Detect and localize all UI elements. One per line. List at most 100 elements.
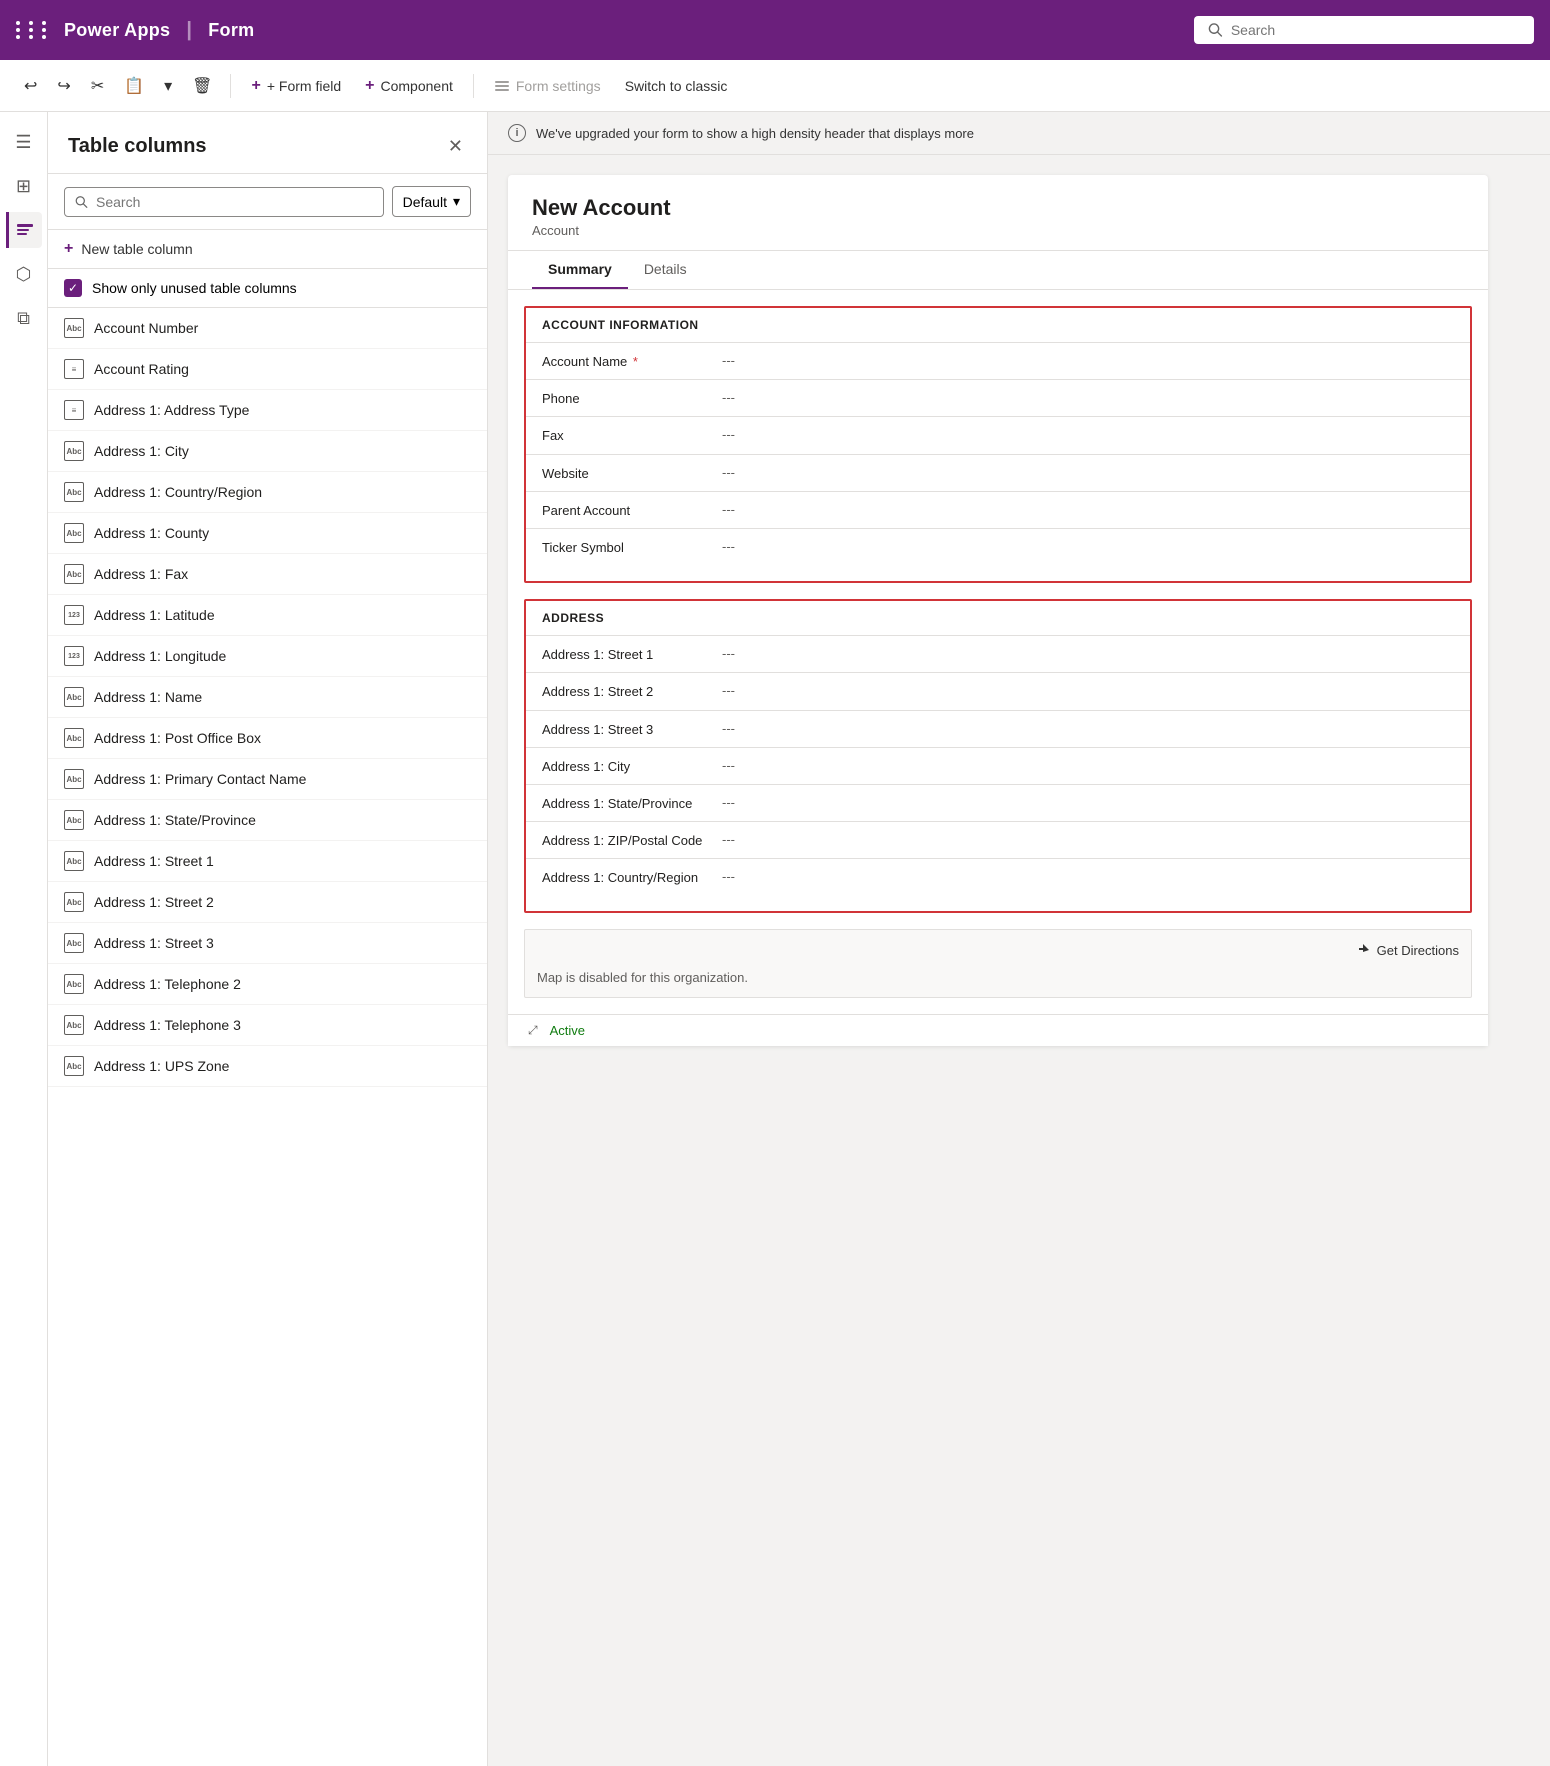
- plus-icon-new-col: +: [64, 240, 73, 258]
- panel-list-item[interactable]: AbcAddress 1: Primary Contact Name: [48, 759, 487, 800]
- panel-list-item[interactable]: AbcAddress 1: Street 3: [48, 923, 487, 964]
- search-icon: [1208, 22, 1223, 38]
- chevron-down-icon: ▾: [453, 193, 460, 210]
- panel-list-item[interactable]: AbcAddress 1: County: [48, 513, 487, 554]
- panel-column-name: Address 1: Fax: [94, 566, 188, 582]
- panel-close-button[interactable]: ✕: [444, 132, 467, 161]
- panel-list-item[interactable]: Abc Account Number: [48, 308, 487, 349]
- form-header: New Account Account: [508, 175, 1488, 251]
- new-column-label: New table column: [81, 241, 192, 257]
- panel-column-name: Address 1: Street 3: [94, 935, 214, 951]
- panel-list-item[interactable]: AbcAddress 1: Name: [48, 677, 487, 718]
- panel-list-item[interactable]: AbcAddress 1: Telephone 2: [48, 964, 487, 1005]
- add-form-field-button[interactable]: + + Form field: [241, 71, 351, 101]
- title-separator: |: [186, 19, 192, 42]
- field-street3: Address 1: Street 3 ---: [526, 710, 1470, 747]
- form-settings-icon: [494, 78, 510, 94]
- info-icon: i: [508, 124, 526, 142]
- field-label-ticker-symbol: Ticker Symbol: [542, 537, 722, 557]
- panel-column-name: Account Number: [94, 320, 198, 336]
- global-search-container[interactable]: [1194, 16, 1534, 44]
- dropdown-button[interactable]: ▾: [156, 70, 180, 102]
- plus-icon-form: +: [251, 77, 260, 95]
- panel-list-item[interactable]: AbcAddress 1: Telephone 3: [48, 1005, 487, 1046]
- panel-search-input[interactable]: [96, 194, 373, 210]
- app-grid-icon[interactable]: [16, 21, 52, 39]
- panel-search-container[interactable]: [64, 187, 384, 217]
- new-table-column-button[interactable]: + New table column: [48, 230, 487, 269]
- panel-column-name: Address 1: Country/Region: [94, 484, 262, 500]
- switch-classic-button[interactable]: Switch to classic: [615, 72, 738, 100]
- field-value-parent-account: ---: [722, 500, 1454, 517]
- panel-list-item[interactable]: AbcAddress 1: Post Office Box: [48, 718, 487, 759]
- field-label-street2: Address 1: Street 2: [542, 681, 722, 701]
- expand-icon[interactable]: ⤢: [528, 1023, 538, 1038]
- panel-list-item[interactable]: AbcAddress 1: Fax: [48, 554, 487, 595]
- get-directions-button[interactable]: Get Directions: [1355, 942, 1459, 958]
- field-value-ticker-symbol: ---: [722, 537, 1454, 554]
- panel-column-name: Account Rating: [94, 361, 189, 377]
- panel-list-item[interactable]: AbcAddress 1: Street 1: [48, 841, 487, 882]
- top-bar: Power Apps | Form: [0, 0, 1550, 60]
- sidebar-icon-text[interactable]: [6, 212, 42, 248]
- show-unused-checkbox[interactable]: [64, 279, 82, 297]
- undo-button[interactable]: ↩: [16, 70, 45, 102]
- field-value-state: ---: [722, 793, 1454, 810]
- paste-button[interactable]: 📋: [116, 70, 152, 102]
- panel-column-name: Address 1: County: [94, 525, 209, 541]
- abc-field-icon: Abc: [64, 728, 84, 748]
- cut-button[interactable]: ✂: [83, 70, 112, 102]
- delete-button[interactable]: 🗑: [184, 70, 220, 102]
- panel-list-item[interactable]: ≡Account Rating: [48, 349, 487, 390]
- form-body: ACCOUNT INFORMATION Account Name * --- P…: [508, 306, 1488, 1046]
- tab-summary[interactable]: Summary: [532, 251, 628, 289]
- tab-details[interactable]: Details: [628, 251, 703, 289]
- field-website: Website ---: [526, 454, 1470, 491]
- form-tabs: Summary Details: [508, 251, 1488, 290]
- address-section: ADDRESS Address 1: Street 1 --- Address …: [524, 599, 1472, 913]
- panel-list-item[interactable]: AbcAddress 1: State/Province: [48, 800, 487, 841]
- panel-list-item[interactable]: 123Address 1: Latitude: [48, 595, 487, 636]
- field-label-phone: Phone: [542, 388, 722, 408]
- panel-column-name: Address 1: State/Province: [94, 812, 256, 828]
- sidebar-icon-layers[interactable]: ⬡: [6, 256, 42, 292]
- form-area: New Account Account Summary Details ACCO…: [488, 155, 1550, 1766]
- add-component-button[interactable]: + Component: [355, 71, 463, 101]
- sidebar-icon-components[interactable]: ⧉: [6, 300, 42, 336]
- main-layout: ☰ ⊞ ⬡ ⧉ Table columns ✕ Default ▾ + New …: [0, 112, 1550, 1766]
- panel-column-name: Address 1: Telephone 3: [94, 1017, 241, 1033]
- map-area: Get Directions Map is disabled for this …: [524, 929, 1472, 998]
- search-input[interactable]: [1231, 22, 1520, 38]
- abc-field-icon: Abc: [64, 1056, 84, 1076]
- panel-dropdown[interactable]: Default ▾: [392, 186, 471, 217]
- field-value-street3: ---: [722, 719, 1454, 736]
- panel-column-name: Address 1: Latitude: [94, 607, 215, 623]
- sidebar-icon-grid[interactable]: ⊞: [6, 168, 42, 204]
- panel-list-item[interactable]: AbcAddress 1: Street 2: [48, 882, 487, 923]
- show-unused-row[interactable]: Show only unused table columns: [48, 269, 487, 308]
- panel-list-item[interactable]: AbcAddress 1: UPS Zone: [48, 1046, 487, 1087]
- field-label-parent-account: Parent Account: [542, 500, 722, 520]
- field-value-country: ---: [722, 867, 1454, 884]
- toolbar-separator-2: [473, 74, 474, 98]
- dropdown-field-icon: ≡: [64, 400, 84, 420]
- abc-field-icon: Abc: [64, 318, 84, 338]
- panel-list-item[interactable]: ≡Address 1: Address Type: [48, 390, 487, 431]
- table-columns-panel: Table columns ✕ Default ▾ + New table co…: [48, 112, 488, 1766]
- field-city: Address 1: City ---: [526, 747, 1470, 784]
- field-street1: Address 1: Street 1 ---: [526, 635, 1470, 672]
- form-settings-button[interactable]: Form settings: [484, 72, 611, 100]
- panel-list-item[interactable]: 123Address 1: Longitude: [48, 636, 487, 677]
- panel-column-name: Address 1: City: [94, 443, 189, 459]
- panel-list-item[interactable]: Abc Address 1: City: [48, 431, 487, 472]
- account-info-section: ACCOUNT INFORMATION Account Name * --- P…: [524, 306, 1472, 583]
- field-label-website: Website: [542, 463, 722, 483]
- field-label-street1: Address 1: Street 1: [542, 644, 722, 664]
- field-value-zip: ---: [722, 830, 1454, 847]
- abc-field-icon: Abc: [64, 441, 84, 461]
- sidebar-icon-menu[interactable]: ☰: [6, 124, 42, 160]
- redo-button[interactable]: ↪: [49, 70, 78, 102]
- panel-list-item[interactable]: AbcAddress 1: Country/Region: [48, 472, 487, 513]
- add-form-field-label: + Form field: [267, 78, 341, 94]
- status-bar: ⤢ Active: [508, 1014, 1488, 1046]
